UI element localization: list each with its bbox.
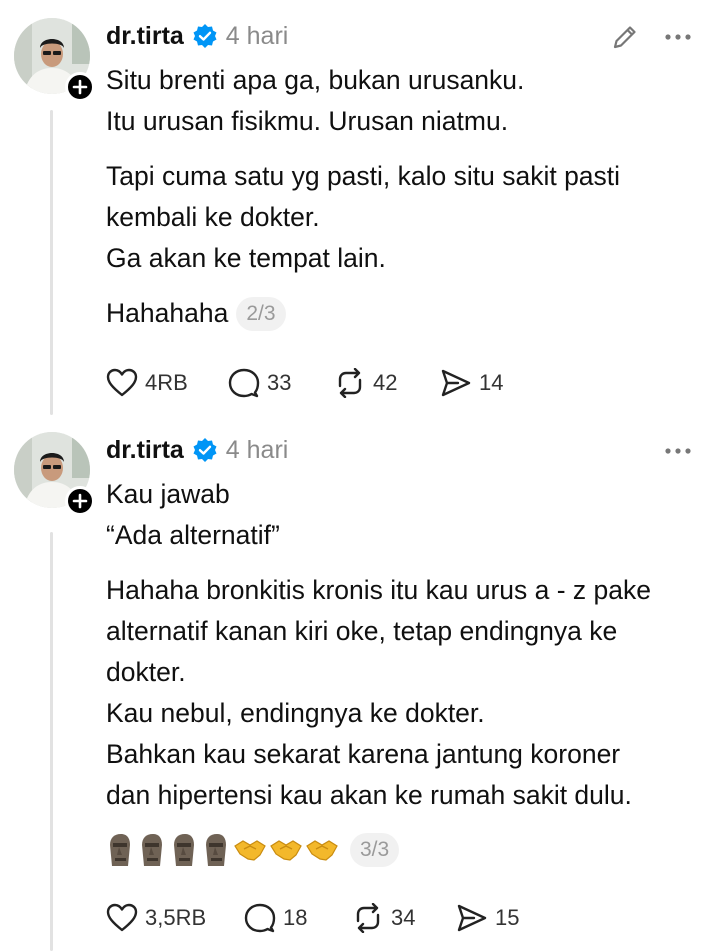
post-header: dr.tirta 4 hari (106, 16, 288, 56)
post-time: 4 hari (225, 435, 289, 464)
thread-line (50, 532, 53, 951)
paragraph: Tapi cuma satu yg pasti, kalo situ sakit… (106, 156, 706, 279)
moai-icon (174, 834, 194, 866)
repost-button[interactable]: 34 (352, 900, 415, 936)
text-line: Kau jawab (106, 479, 230, 509)
send-icon (441, 369, 471, 397)
like-count: 4RB (145, 370, 188, 395)
like-button[interactable]: 3,5RB (106, 900, 206, 936)
handshake-icon (234, 840, 266, 861)
reply-button[interactable]: 33 (228, 365, 291, 401)
paragraph: Kau jawab “Ada alternatif” (106, 474, 706, 556)
share-button[interactable]: 14 (440, 365, 503, 401)
text-line: Itu urusan fisikmu. Urusan niatmu. (106, 106, 509, 136)
share-count: 14 (479, 370, 504, 395)
text-line: Situ brenti apa ga, bukan urusanku. (106, 65, 525, 95)
repost-count: 34 (391, 905, 416, 930)
text-line: Bahkan kau sekarat karena jantung korone… (106, 739, 621, 769)
text-line: Kau nebul, endingnya ke dokter. (106, 698, 485, 728)
reply-count: 18 (283, 905, 308, 930)
edit-pencil-icon[interactable] (610, 22, 640, 52)
paragraph: Hahahaha 2/3 (106, 293, 706, 334)
verified-badge-icon (192, 437, 218, 463)
verified-badge-icon (192, 23, 218, 49)
follow-plus-button[interactable] (65, 486, 95, 516)
text-line: Ga akan ke tempat lain. (106, 243, 386, 273)
thread-post-1: dr.tirta 4 hari Situ brenti apa ga, buka… (0, 0, 720, 420)
repost-icon (338, 368, 362, 398)
emoji-line: 3/3 (106, 830, 706, 870)
text-line: Hahaha bronkitis kronis itu kau urus a -… (106, 575, 651, 605)
username[interactable]: dr.tirta (106, 22, 184, 51)
text-line: kembali ke dokter. (106, 202, 320, 232)
repost-button[interactable]: 42 (334, 365, 397, 401)
heart-icon (106, 903, 138, 932)
text-line: Tapi cuma satu yg pasti, kalo situ sakit… (106, 161, 621, 191)
reply-button[interactable]: 18 (244, 900, 307, 936)
text-line: dan hipertensi kau akan ke rumah sakit d… (106, 780, 632, 810)
plus-icon (72, 79, 88, 95)
post-text: Kau jawab “Ada alternatif” Hahaha bronki… (106, 474, 706, 870)
share-count: 15 (495, 905, 520, 930)
plus-icon (72, 493, 88, 509)
comment-icon (244, 903, 276, 933)
handshake-icon (270, 840, 302, 861)
text-line: “Ada alternatif” (106, 520, 280, 550)
thread-line (50, 110, 53, 415)
comment-icon (228, 368, 260, 398)
repost-icon (356, 903, 380, 933)
moai-icon (142, 834, 162, 866)
paragraph: Situ brenti apa ga, bukan urusanku. Itu … (106, 60, 706, 142)
post-text: Situ brenti apa ga, bukan urusanku. Itu … (106, 60, 706, 348)
text-line: alternatif kanan kiri oke, tetap endingn… (106, 616, 618, 646)
post-time: 4 hari (225, 21, 289, 50)
more-options-icon[interactable] (664, 436, 692, 466)
follow-plus-button[interactable] (65, 72, 95, 102)
text-line: Hahahaha (106, 298, 229, 328)
repost-count: 42 (373, 370, 398, 395)
like-count: 3,5RB (145, 905, 207, 930)
text-line: dokter. (106, 657, 186, 687)
post-header: dr.tirta 4 hari (106, 430, 288, 470)
more-options-icon[interactable] (664, 22, 692, 52)
moai-icon (206, 834, 226, 866)
send-icon (457, 904, 487, 932)
moai-icon (110, 834, 130, 866)
heart-icon (106, 368, 138, 397)
username[interactable]: dr.tirta (106, 436, 184, 465)
thread-post-2: dr.tirta 4 hari Kau jawab “Ada alternati… (0, 420, 720, 951)
paragraph: Hahaha bronkitis kronis itu kau urus a -… (106, 570, 706, 816)
reply-count: 33 (267, 370, 292, 395)
share-button[interactable]: 15 (456, 900, 519, 936)
thread-counter: 2/3 (236, 297, 286, 331)
handshake-icon (306, 840, 338, 861)
like-button[interactable]: 4RB (106, 365, 188, 401)
thread-counter: 3/3 (350, 833, 400, 867)
